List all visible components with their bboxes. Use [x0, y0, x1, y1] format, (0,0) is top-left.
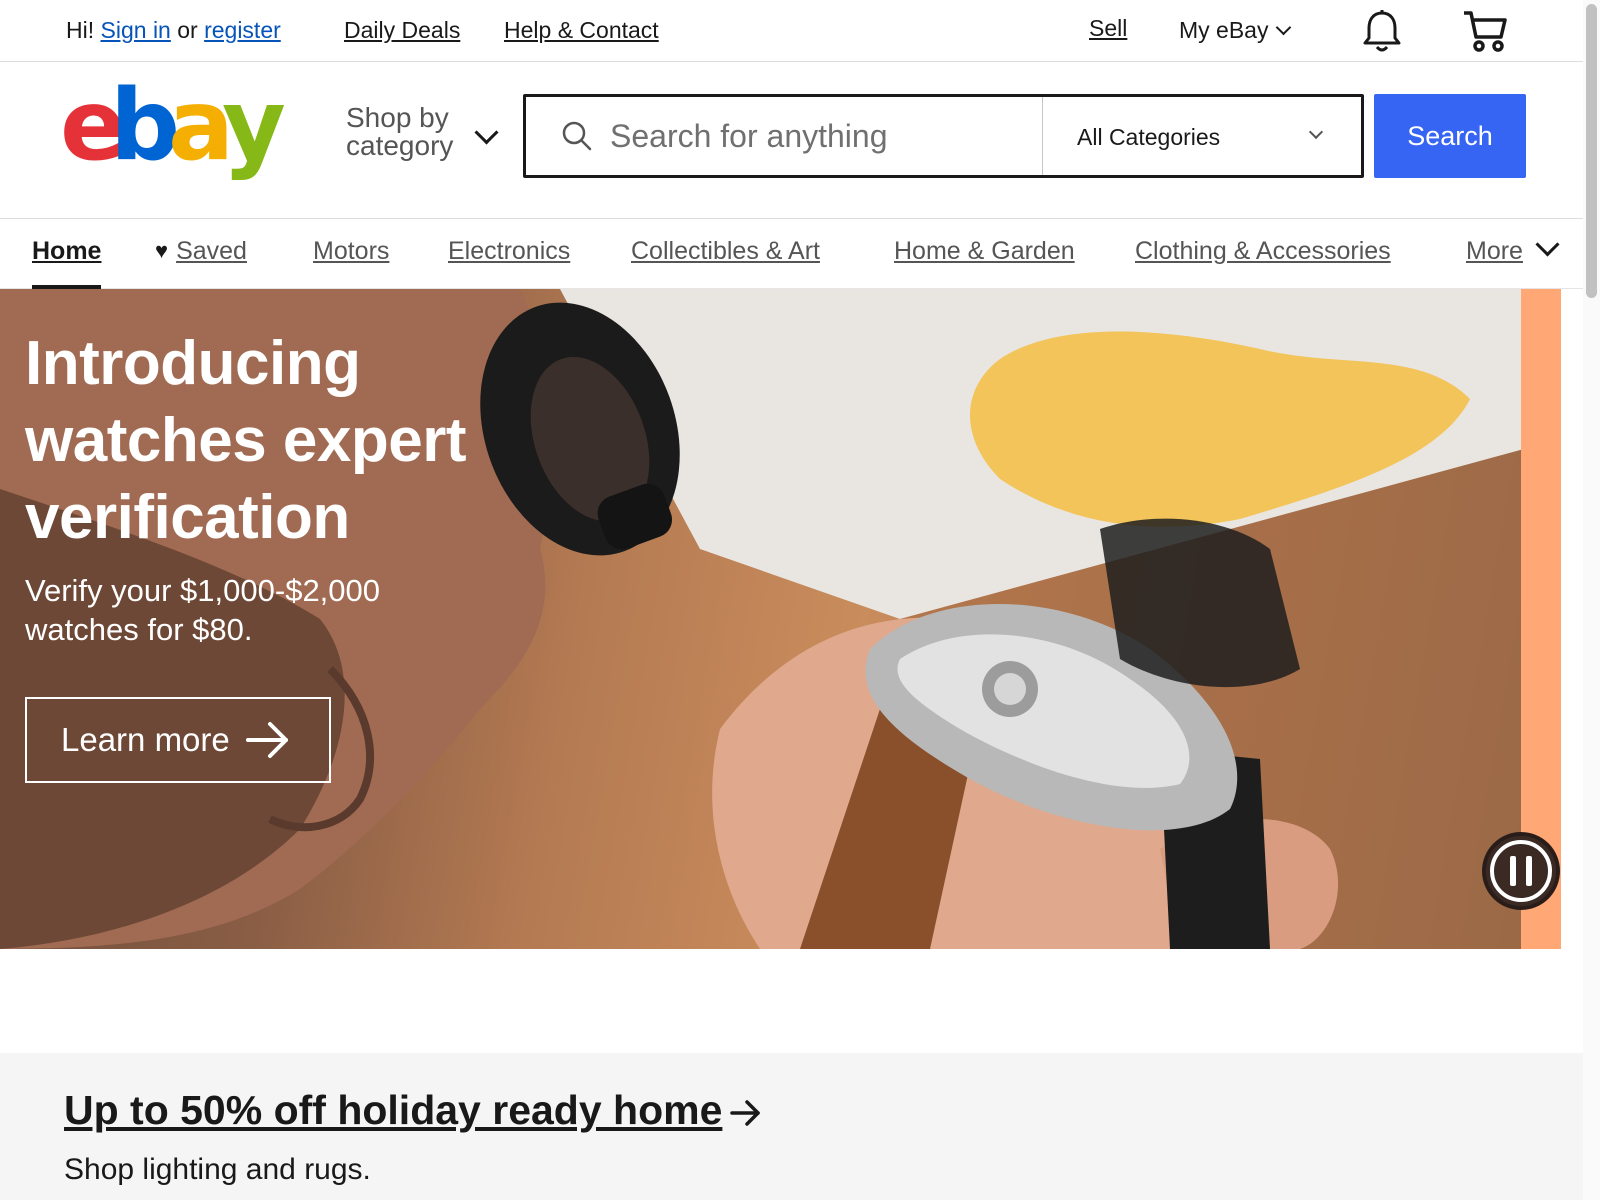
or-text: or	[177, 17, 198, 43]
carousel-pause-button[interactable]	[1482, 832, 1560, 910]
hero-banner[interactable]: Introducing watches expert verification …	[0, 289, 1561, 949]
promo-title-link[interactable]: Up to 50% off holiday ready home	[64, 1087, 762, 1134]
search-button[interactable]: Search	[1374, 94, 1526, 178]
shop-by-line2: category	[346, 130, 454, 161]
hero-title: Introducing watches expert verification	[25, 329, 467, 552]
greeting: Hi! Sign in or register	[66, 17, 281, 44]
promo-section: Up to 50% off holiday ready home Shop li…	[0, 1053, 1583, 1200]
pause-icon	[1490, 840, 1552, 902]
svg-text:y: y	[222, 82, 285, 183]
arrow-right-icon	[245, 722, 288, 758]
sign-in-link[interactable]: Sign in	[101, 17, 171, 43]
search-bar: All Categories	[523, 94, 1364, 178]
page-scrollbar-thumb[interactable]	[1586, 4, 1597, 298]
shop-by-line1: Shop by	[346, 102, 449, 133]
tab-more[interactable]: More	[1466, 232, 1560, 289]
tab-collectibles-art[interactable]: Collectibles & Art	[631, 237, 820, 289]
ebay-logo[interactable]: e b a y	[60, 69, 300, 192]
tab-saved[interactable]: ♥ Saved	[155, 237, 247, 289]
cart-button[interactable]	[1462, 8, 1508, 54]
heart-icon: ♥	[155, 238, 169, 263]
greeting-prefix: Hi!	[66, 17, 95, 43]
notifications-button[interactable]	[1359, 8, 1405, 54]
cart-icon	[1464, 11, 1507, 52]
chevron-down-icon	[474, 120, 499, 145]
arrow-right-icon	[730, 1100, 761, 1126]
tab-motors[interactable]: Motors	[313, 237, 389, 289]
help-contact-link[interactable]: Help & Contact	[504, 17, 659, 44]
svg-text:b: b	[110, 82, 176, 183]
tab-more-label: More	[1466, 237, 1523, 265]
tab-home-garden[interactable]: Home & Garden	[894, 237, 1075, 289]
learn-more-label: Learn more	[61, 721, 230, 758]
tab-saved-label: Saved	[176, 237, 247, 265]
tab-home[interactable]: Home	[32, 237, 102, 289]
search-input[interactable]	[610, 111, 1030, 161]
category-nav: Home ♥ Saved Motors Electronics Collectib…	[0, 219, 1583, 289]
tab-clothing-accessories[interactable]: Clothing & Accessories	[1135, 237, 1391, 289]
svg-text:a: a	[168, 82, 227, 183]
shop-by-category-button[interactable]: Shop by category	[346, 104, 453, 160]
category-select[interactable]: All Categories	[1043, 97, 1361, 175]
chevron-down-icon	[1308, 124, 1324, 140]
tab-electronics[interactable]: Electronics	[448, 237, 570, 289]
chevron-down-icon	[1535, 232, 1560, 257]
learn-more-button[interactable]: Learn more	[25, 697, 331, 783]
hero-subtitle: Verify your $1,000-$2,000 watches for $8…	[25, 573, 381, 647]
ebay-logo-mark: e b a y	[60, 69, 295, 183]
bell-icon	[1363, 10, 1401, 52]
search-icon	[562, 121, 592, 151]
promo-subtitle: Shop lighting and rugs.	[64, 1153, 371, 1186]
chevron-down-icon	[1276, 19, 1292, 36]
my-ebay-menu[interactable]: My eBay	[1179, 17, 1292, 44]
register-link[interactable]: register	[204, 17, 281, 43]
main-header: e b a y Shop by category All Categories …	[0, 62, 1583, 219]
top-utility-bar: Hi! Sign in or register Daily Deals Help…	[0, 0, 1583, 62]
sell-link[interactable]: Sell	[1089, 15, 1127, 42]
category-select-value: All Categories	[1077, 124, 1221, 150]
my-ebay-label: My eBay	[1179, 17, 1269, 43]
promo-title: Up to 50% off holiday ready home	[64, 1087, 723, 1133]
daily-deals-link[interactable]: Daily Deals	[344, 17, 460, 44]
